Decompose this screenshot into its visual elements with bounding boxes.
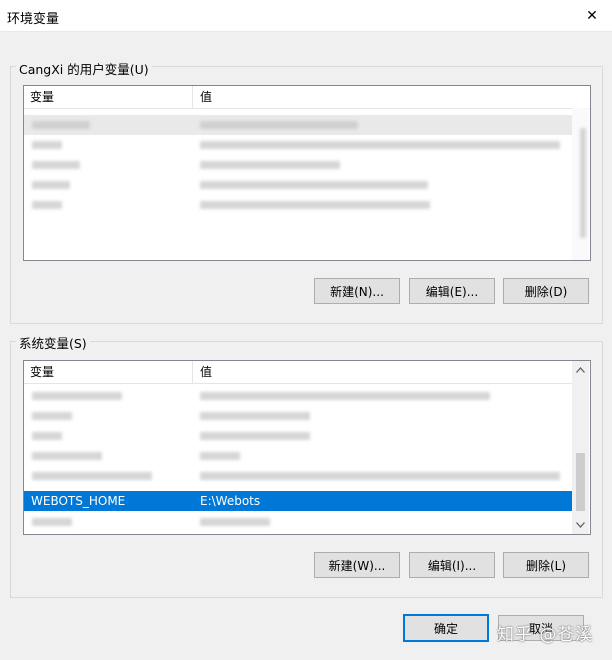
user-list-scrollbar[interactable] (572, 108, 589, 260)
obscured-text (200, 161, 340, 169)
list-item[interactable] (24, 512, 572, 532)
obscured-text (200, 181, 428, 189)
obscured-text (200, 201, 430, 209)
obscured-text (32, 181, 70, 189)
list-item[interactable] (24, 115, 572, 135)
scroll-thumb[interactable] (576, 453, 585, 511)
obscured-scroll-region (580, 128, 586, 238)
obscured-text (32, 141, 62, 149)
close-button[interactable]: ✕ (572, 0, 612, 31)
obscured-text (32, 161, 80, 169)
obscured-text (200, 518, 270, 526)
column-divider[interactable] (192, 86, 193, 108)
column-header-value[interactable]: 值 (194, 361, 572, 383)
system-edit-button[interactable]: 编辑(I)... (409, 552, 495, 578)
scroll-down-button[interactable] (572, 516, 589, 533)
list-item[interactable] (24, 135, 572, 155)
list-item[interactable] (24, 426, 572, 446)
user-variables-label: CangXi 的用户变量(U) (16, 59, 152, 78)
obscured-text (32, 518, 72, 526)
obscured-text (200, 432, 310, 440)
column-divider[interactable] (192, 361, 193, 383)
scroll-up-button[interactable] (572, 361, 589, 378)
variable-name-cell: WEBOTS_HOME (31, 494, 126, 508)
user-list-header: 变量 值 (24, 86, 590, 109)
obscured-text (200, 412, 310, 420)
list-item[interactable] (24, 466, 572, 486)
list-item[interactable] (24, 175, 572, 195)
system-new-button[interactable]: 新建(W)... (314, 552, 400, 578)
obscured-text (200, 121, 358, 129)
environment-variables-dialog: 环境变量 ✕ CangXi 的用户变量(U) 变量 值 新建(N)... 编辑(… (0, 0, 612, 660)
list-item[interactable] (24, 155, 572, 175)
chevron-down-icon (576, 521, 585, 528)
variable-value-cell: E:\Webots (200, 494, 261, 508)
user-edit-button[interactable]: 编辑(E)... (409, 278, 495, 304)
system-variables-label: 系统变量(S) (16, 333, 90, 352)
obscured-text (200, 141, 560, 149)
list-item[interactable] (24, 386, 572, 406)
user-delete-button[interactable]: 删除(D) (503, 278, 589, 304)
obscured-text (32, 472, 152, 480)
watermark-text: 知乎 @苍溪 (497, 625, 594, 645)
obscured-text (32, 432, 62, 440)
obscured-text (200, 472, 560, 480)
obscured-text (32, 392, 122, 400)
column-header-value[interactable]: 值 (194, 86, 574, 108)
chevron-up-icon (576, 366, 585, 373)
ok-button[interactable]: 确定 (403, 614, 489, 642)
user-variables-list[interactable]: 变量 值 (23, 85, 591, 261)
user-new-button[interactable]: 新建(N)... (314, 278, 400, 304)
title-bar: 环境变量 ✕ (0, 0, 612, 32)
list-item[interactable] (24, 195, 572, 215)
list-item[interactable] (24, 406, 572, 426)
obscured-text (32, 452, 102, 460)
close-icon: ✕ (586, 7, 598, 24)
system-delete-button[interactable]: 删除(L) (503, 552, 589, 578)
system-variables-list[interactable]: 变量 值 WEBOTS_HOME E:\Webots (23, 360, 591, 535)
obscured-text (32, 201, 62, 209)
list-item[interactable] (24, 446, 572, 466)
obscured-text (32, 121, 90, 129)
obscured-text (32, 412, 72, 420)
column-header-variable[interactable]: 变量 (24, 86, 194, 108)
column-header-variable[interactable]: 变量 (24, 361, 194, 383)
obscured-text (200, 392, 490, 400)
obscured-text (200, 452, 240, 460)
system-list-scrollbar[interactable] (572, 361, 589, 534)
selected-table-row[interactable]: WEBOTS_HOME E:\Webots (24, 491, 572, 511)
system-list-header: 变量 值 (24, 361, 572, 384)
window-title: 环境变量 (7, 12, 60, 27)
